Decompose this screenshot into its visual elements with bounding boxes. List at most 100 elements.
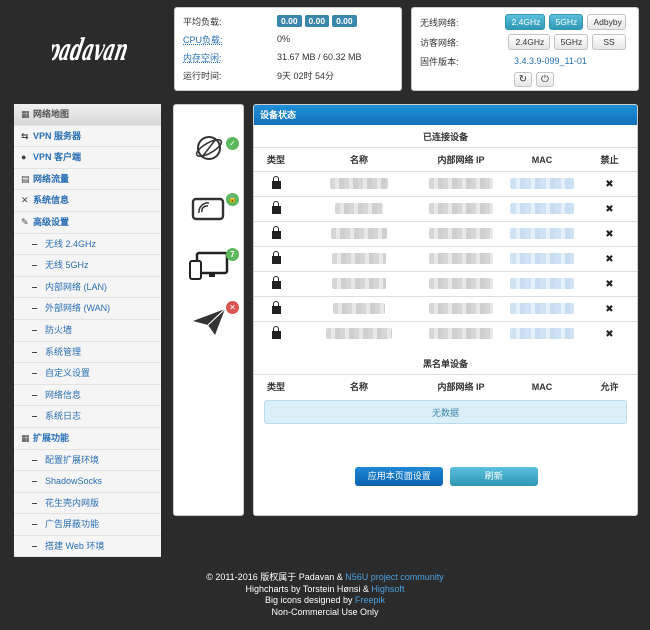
guest-5g-button[interactable]: 5GHz: [553, 34, 589, 50]
sidebar-item-16[interactable]: 配置扩展环境: [14, 449, 161, 472]
adbyby-button[interactable]: Adbyby: [586, 14, 627, 30]
device-ip-redacted: [429, 327, 493, 339]
router-icon: [191, 197, 225, 221]
block-device-button[interactable]: ✖: [605, 254, 613, 265]
apply-button[interactable]: 应用本页面设置: [355, 467, 444, 486]
sidebar-item-label: 网络信息: [45, 389, 82, 400]
lock-icon: [271, 301, 281, 314]
sidebar-item-label: 配置扩展环境: [45, 454, 100, 465]
svg-text:padavan: padavan: [52, 33, 131, 68]
sidebar-item-label: 无线 2.4GHz: [45, 238, 97, 249]
system-status-panel: 平均负载: 0.00 0.00 0.00 CPU负载: 0% 内存空闲: 31.…: [174, 7, 402, 91]
sidebar-item-label: 系统日志: [45, 411, 82, 422]
reboot-button[interactable]: ↻: [514, 71, 532, 87]
sidebar-item-1[interactable]: ⇆ VPN 服务器: [14, 125, 161, 148]
blacklist-title: 黑名单设备: [422, 359, 468, 369]
dash-icon: [32, 459, 37, 461]
sidebar-item-label: VPN 服务器: [33, 130, 82, 141]
dash-icon: [32, 308, 37, 310]
sidebar-item-4[interactable]: ✕ 系统信息: [14, 190, 161, 212]
action-buttons: 应用本页面设置 刷新: [254, 467, 637, 486]
dash-icon: [32, 330, 37, 332]
highsoft-link[interactable]: Highsoft: [371, 584, 404, 594]
col-ip: 内部网络 IP: [437, 155, 485, 165]
sidebar-item-11[interactable]: 系统管理: [14, 341, 161, 364]
wireless-tab[interactable]: 🔒: [174, 181, 245, 237]
shutdown-button[interactable]: ⏻: [536, 71, 554, 87]
guest-label: 访客网络:: [420, 37, 459, 48]
bl-col-allow: 允许: [600, 382, 619, 392]
load-5min: 0.00: [304, 15, 330, 27]
block-device-button[interactable]: ✖: [605, 204, 613, 215]
sidebar-item-10[interactable]: 防火墙: [14, 319, 161, 342]
sidebar-item-20[interactable]: 搭建 Web 环境: [14, 535, 161, 558]
wireless-status-panel: 无线网络: 2.4GHz 5GHz Adbyby 访客网络: 2.4GHz 5G…: [411, 7, 639, 91]
sidebar-item-label: 搭建 Web 环境: [45, 540, 105, 551]
connected-table-header: 类型 名称 内部网络 IP MAC 禁止: [254, 147, 637, 171]
lock-icon: [271, 326, 281, 339]
device-mac-redacted: [510, 177, 574, 189]
paper-plane-icon: [193, 308, 226, 335]
dash-icon: [32, 502, 37, 504]
device-name-redacted: [331, 227, 387, 239]
refresh-button[interactable]: 刷新: [449, 467, 538, 486]
ss-button[interactable]: SS: [592, 34, 627, 50]
vpn-server-icon: ⇆: [21, 130, 29, 141]
dash-icon: [32, 524, 37, 526]
sidebar-item-5[interactable]: ✎ 高级设置: [14, 211, 161, 234]
bl-col-name: 名称: [349, 382, 368, 392]
memory-free-link[interactable]: 内存空闲:: [183, 51, 277, 64]
sidebar-item-9[interactable]: 外部网络 (WAN): [14, 298, 161, 320]
wireless-5g-button[interactable]: 5GHz: [548, 14, 583, 30]
device-name-redacted: [326, 327, 392, 339]
sidebar-item-label: 扩展功能: [33, 432, 70, 443]
bl-col-ip: 内部网络 IP: [437, 382, 485, 392]
device-name-redacted: [335, 202, 383, 214]
freepik-link[interactable]: Freepik: [355, 595, 385, 605]
col-block: 禁止: [600, 155, 619, 165]
device-mac-redacted: [510, 327, 574, 339]
dash-icon: [32, 373, 37, 375]
block-device-button[interactable]: ✖: [605, 304, 613, 315]
internet-tab[interactable]: ✓: [174, 123, 245, 179]
dash-icon: [32, 265, 37, 267]
footer: © 2011-2016 版权属于 Padavan & N56U project …: [0, 572, 650, 618]
community-link[interactable]: N56U project community: [345, 572, 444, 582]
lock-icon: [271, 201, 281, 214]
sidebar-item-8[interactable]: 内部网络 (LAN): [14, 276, 161, 299]
block-device-button[interactable]: ✖: [605, 329, 613, 340]
panel-title: 设备状态: [254, 105, 637, 125]
devices-icon: [189, 251, 229, 280]
guest-2g-button[interactable]: 2.4GHz: [508, 34, 550, 50]
block-device-button[interactable]: ✖: [605, 279, 613, 290]
firmware-version-link[interactable]: 3.4.3.9-099_11-01: [514, 56, 587, 66]
wireless-2g-button[interactable]: 2.4GHz: [504, 14, 545, 30]
sidebar-item-6[interactable]: 无线 2.4GHz: [14, 233, 161, 256]
lock-icon: [271, 276, 281, 289]
dash-icon: [32, 394, 37, 396]
sidebar-item-0[interactable]: ▦ 网络地图: [14, 104, 161, 126]
device-ip-redacted: [429, 302, 493, 314]
sidebar-item-label: 外部网络 (WAN): [45, 303, 111, 314]
sidebar-item-19[interactable]: 广告屏蔽功能: [14, 514, 161, 536]
dash-icon: [32, 481, 37, 483]
clients-tab[interactable]: 7: [174, 239, 245, 295]
block-device-button[interactable]: ✖: [605, 229, 613, 240]
sidebar-item-13[interactable]: 网络信息: [14, 384, 161, 407]
sidebar-item-18[interactable]: 花生壳内网版: [14, 492, 161, 515]
sidebar-item-12[interactable]: 自定义设置: [14, 363, 161, 385]
sidebar-item-3[interactable]: ▤ 网络流量: [14, 168, 161, 191]
usb-tab[interactable]: ✕: [174, 297, 245, 353]
sidebar-item-2[interactable]: ● VPN 客户端: [14, 147, 161, 169]
sidebar-item-14[interactable]: 系统日志: [14, 406, 161, 428]
globe-network-icon: [195, 136, 223, 160]
block-device-button[interactable]: ✖: [605, 179, 613, 190]
sidebar-item-7[interactable]: 无线 5GHz: [14, 255, 161, 277]
bl-col-mac: MAC: [531, 382, 553, 392]
chart-icon: ▤: [21, 173, 30, 184]
sidebar-item-17[interactable]: ShadowSocks: [14, 471, 161, 493]
dash-icon: [32, 416, 37, 418]
cpu-load-link[interactable]: CPU负载:: [183, 33, 277, 46]
device-status-panel: 设备状态 已连接设备 类型 名称 内部网络 IP MAC 禁止 ✖ ✖ ✖ ✖ ✖ ✖ ✖ …: [253, 104, 638, 516]
sidebar-item-15[interactable]: ▦ 扩展功能: [14, 427, 161, 450]
